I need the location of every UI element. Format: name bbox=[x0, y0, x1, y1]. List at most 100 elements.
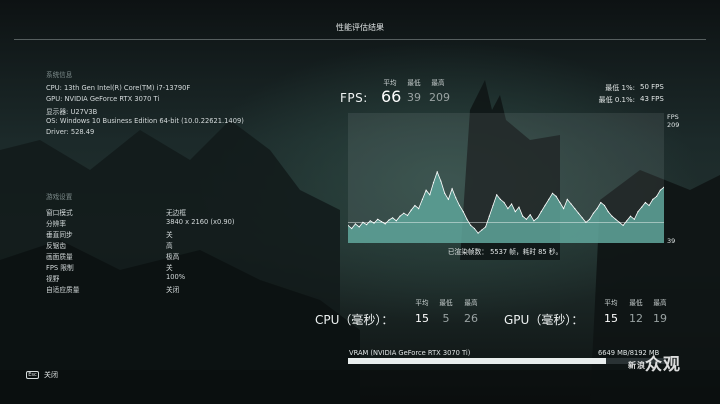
gpu-avg-header: 平均 bbox=[604, 299, 618, 307]
fps-point bbox=[581, 217, 583, 219]
gpu-max-header: 最高 bbox=[653, 299, 667, 307]
gpu-avg-value: 15 bbox=[604, 312, 618, 325]
title-divider bbox=[14, 39, 706, 40]
fps-point bbox=[659, 189, 661, 191]
fps-point bbox=[496, 194, 498, 196]
fps-point bbox=[615, 218, 617, 220]
fps-low1-label: 最低 1%: bbox=[605, 84, 635, 92]
game-settings-heading: 游戏设置 bbox=[46, 193, 73, 201]
esc-key-icon[interactable]: Esc bbox=[26, 371, 39, 379]
fps-point bbox=[485, 226, 487, 228]
gpu-label: GPU（毫秒）： bbox=[504, 313, 584, 327]
fps-point bbox=[626, 220, 628, 222]
fps-point bbox=[455, 197, 457, 199]
fps-point bbox=[522, 215, 524, 217]
fps-point bbox=[392, 217, 394, 219]
fps-point bbox=[611, 215, 613, 217]
fps-point bbox=[470, 224, 472, 226]
fps-point bbox=[458, 204, 461, 207]
setting-label-adaptive-quality: 自适应质量 bbox=[46, 286, 80, 294]
fps-point bbox=[366, 224, 368, 226]
fps-point bbox=[369, 220, 371, 222]
setting-value-resolution: 3840 x 2160 (x0.90) bbox=[166, 218, 235, 226]
fps-point bbox=[600, 201, 602, 204]
fps-point bbox=[566, 198, 568, 200]
fps-point bbox=[425, 189, 427, 191]
fps-point bbox=[481, 229, 483, 231]
system-os: OS: Windows 10 Business Edition 64-bit (… bbox=[46, 117, 244, 125]
fps-chart bbox=[348, 113, 664, 243]
fps-point bbox=[477, 232, 479, 234]
fps-point bbox=[533, 220, 535, 222]
chart-y-max-tick: 209 bbox=[667, 121, 680, 129]
watermark-small: 新浪 bbox=[628, 360, 646, 370]
chart-y-axis-label: FPS bbox=[667, 113, 679, 121]
fps-point bbox=[596, 208, 598, 210]
cpu-max-value: 26 bbox=[464, 312, 478, 325]
fps-point bbox=[574, 208, 576, 210]
fps-point bbox=[548, 198, 550, 200]
fps-point bbox=[418, 208, 420, 210]
fps-point bbox=[644, 201, 646, 204]
fps-max-header: 最高 bbox=[431, 79, 445, 87]
fps-chart-svg bbox=[348, 113, 664, 243]
fps-point bbox=[384, 223, 386, 225]
setting-label-vsync: 垂直同步 bbox=[46, 231, 73, 239]
fps-point bbox=[603, 204, 606, 207]
fps-min-header: 最低 bbox=[407, 79, 421, 87]
fps-point bbox=[444, 192, 446, 194]
fps-point bbox=[589, 218, 591, 220]
fps-avg-header: 平均 bbox=[383, 79, 397, 87]
rendered-frames-text: 已渲染帧数： 5537 帧，耗时 85 秒。 bbox=[447, 248, 563, 256]
cpu-min-header: 最低 bbox=[439, 299, 453, 307]
system-cpu: CPU: 13th Gen Intel(R) Core(TM) i7-13790… bbox=[46, 84, 191, 92]
cpu-avg-value: 15 bbox=[415, 312, 429, 325]
fps-point bbox=[592, 212, 594, 214]
gpu-max-value: 19 bbox=[653, 312, 667, 325]
fps-point bbox=[555, 195, 557, 197]
fps-point bbox=[551, 192, 554, 194]
fps-point bbox=[414, 204, 416, 207]
fps-point bbox=[395, 220, 397, 222]
vram-usage-fill bbox=[348, 358, 607, 364]
fps-low01-value: 43 FPS bbox=[640, 95, 664, 103]
fps-point bbox=[563, 208, 565, 210]
fps-point bbox=[466, 218, 468, 220]
fps-point bbox=[451, 188, 453, 190]
fps-point bbox=[462, 211, 464, 213]
fps-max-value: 209 bbox=[429, 91, 450, 104]
fps-point bbox=[358, 226, 360, 228]
setting-label-window-mode: 窗口模式 bbox=[46, 209, 73, 217]
fps-point bbox=[577, 212, 580, 214]
fps-point bbox=[377, 218, 379, 220]
setting-label-resolution: 分辨率 bbox=[46, 220, 67, 228]
fps-point bbox=[436, 171, 438, 173]
results-panel: 性能评估结果 系统信息 CPU: 13th Gen Intel(R) Core(… bbox=[0, 0, 720, 404]
gpu-min-value: 12 bbox=[629, 312, 643, 325]
fps-low01-label: 最低 0.1%: bbox=[598, 96, 635, 104]
fps-min-value: 39 bbox=[407, 91, 421, 104]
close-button[interactable]: 关闭 bbox=[44, 370, 58, 380]
watermark-char-2: 观 bbox=[663, 355, 681, 375]
setting-value-window-mode: 无边框 bbox=[166, 209, 187, 217]
setting-value-fov: 100% bbox=[166, 273, 186, 281]
fps-point bbox=[518, 206, 520, 208]
fps-point bbox=[570, 203, 572, 205]
fps-point bbox=[488, 215, 490, 217]
fps-point bbox=[447, 198, 449, 200]
system-gpu: GPU: NVIDIA GeForce RTX 3070 Ti bbox=[46, 95, 160, 103]
fps-point bbox=[529, 214, 531, 216]
fps-point bbox=[544, 204, 546, 207]
cpu-max-header: 最高 bbox=[464, 299, 478, 307]
fps-point bbox=[432, 182, 435, 184]
fps-low1-value: 50 FPS bbox=[640, 83, 664, 91]
fps-point bbox=[429, 194, 431, 196]
fps-point bbox=[607, 211, 609, 213]
cpu-min-value: 5 bbox=[442, 312, 450, 325]
fps-point bbox=[648, 204, 650, 207]
system-monitor: 显示器: U27V3B bbox=[46, 108, 98, 116]
fps-point bbox=[511, 203, 513, 205]
system-driver: Driver: 528.49 bbox=[46, 128, 95, 136]
fps-point bbox=[633, 218, 635, 220]
fps-point bbox=[473, 227, 475, 230]
